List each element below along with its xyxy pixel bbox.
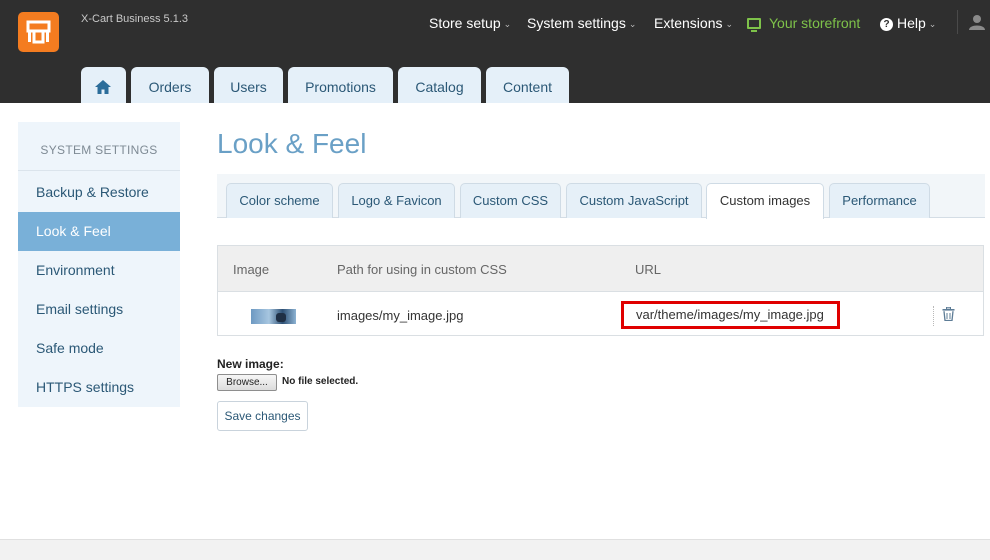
tab-orders[interactable]: Orders	[131, 67, 209, 103]
page-title: Look & Feel	[217, 128, 367, 159]
top-header: X-Cart Business 5.1.3 Store setup ⌄ Syste…	[0, 0, 990, 103]
chevron-down-icon: ⌄	[928, 19, 937, 29]
tab-color-scheme[interactable]: Color scheme	[226, 183, 333, 218]
tab-logo-favicon[interactable]: Logo & Favicon	[338, 183, 455, 218]
column-header-url: URL	[635, 262, 662, 277]
sidebar-item-https-settings[interactable]: HTTPS settings	[18, 368, 180, 407]
sidebar-item-safe-mode[interactable]: Safe mode	[18, 329, 180, 368]
sidebar-item-look-feel[interactable]: Look & Feel	[18, 212, 180, 251]
chevron-down-icon: ⌄	[503, 19, 512, 29]
image-url-highlighted: var/theme/images/my_image.jpg	[621, 301, 840, 329]
brand-version: X-Cart Business 5.1.3	[81, 13, 188, 25]
file-status-text: No file selected.	[282, 376, 359, 387]
tab-home[interactable]	[81, 67, 126, 103]
nav-system-settings-label: System settings	[527, 15, 626, 31]
tab-custom-javascript[interactable]: Custom JavaScript	[566, 183, 702, 218]
nav-help[interactable]: ? Help ⌄	[880, 15, 936, 31]
image-path: images/my_image.jpg	[337, 308, 464, 323]
sidebar-title: SYSTEM SETTINGS	[18, 122, 180, 171]
column-header-path: Path for using in custom CSS	[337, 262, 507, 277]
save-changes-button[interactable]: Save changes	[217, 401, 308, 431]
sidebar-item-environment[interactable]: Environment	[18, 251, 180, 290]
table-header: Image Path for using in custom CSS URL	[218, 246, 983, 292]
tab-catalog[interactable]: Catalog	[398, 67, 481, 103]
settings-sidebar: SYSTEM SETTINGS Backup & Restore Look & …	[18, 122, 180, 407]
tab-content[interactable]: Content	[486, 67, 569, 103]
user-icon[interactable]	[968, 14, 986, 35]
new-image-label: New image:	[217, 357, 284, 371]
column-header-image: Image	[233, 262, 270, 277]
image-thumbnail	[251, 309, 296, 324]
nav-help-label: Help	[897, 15, 926, 31]
nav-store-setup[interactable]: Store setup ⌄	[429, 15, 511, 31]
nav-store-setup-label: Store setup	[429, 15, 501, 31]
chevron-down-icon: ⌄	[725, 19, 734, 29]
monitor-icon	[747, 18, 761, 32]
xcart-logo-icon[interactable]	[18, 12, 59, 52]
nav-storefront-label: Your storefront	[769, 15, 861, 31]
look-feel-tabs: Color scheme Logo & Favicon Custom CSS C…	[217, 174, 985, 219]
browse-button[interactable]: Browse...	[217, 374, 277, 391]
tab-users[interactable]: Users	[214, 67, 283, 103]
help-icon: ?	[880, 18, 893, 31]
sidebar-item-backup-restore[interactable]: Backup & Restore	[18, 173, 180, 212]
nav-extensions[interactable]: Extensions ⌄	[654, 15, 733, 31]
page-footer	[0, 539, 990, 560]
tab-custom-images[interactable]: Custom images	[706, 183, 824, 219]
nav-extensions-label: Extensions	[654, 15, 723, 31]
nav-storefront-link[interactable]: Your storefront	[747, 15, 861, 32]
home-icon	[95, 80, 111, 94]
tab-custom-css[interactable]: Custom CSS	[460, 183, 561, 218]
tab-promotions[interactable]: Promotions	[288, 67, 393, 103]
header-divider	[957, 10, 958, 34]
trash-icon[interactable]	[942, 306, 955, 326]
row-divider	[933, 306, 934, 326]
chevron-down-icon: ⌄	[628, 19, 637, 29]
tab-performance[interactable]: Performance	[829, 183, 930, 218]
nav-system-settings[interactable]: System settings ⌄	[527, 15, 636, 31]
sidebar-item-email-settings[interactable]: Email settings	[18, 290, 180, 329]
custom-images-table: Image Path for using in custom CSS URL i…	[217, 245, 984, 336]
